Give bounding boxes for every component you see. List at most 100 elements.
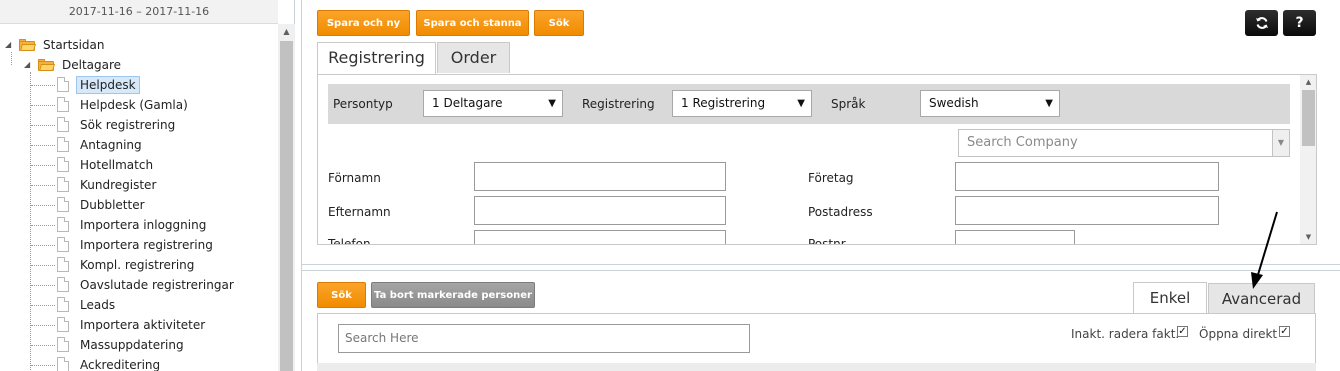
- page-icon: [57, 277, 69, 292]
- folder-open-icon: [38, 59, 55, 71]
- scroll-up-arrow-icon[interactable]: ▲: [278, 24, 295, 40]
- scroll-up-arrow-icon[interactable]: ▲: [1300, 75, 1316, 89]
- page-icon: [57, 337, 69, 352]
- tree-item-leads[interactable]: Leads: [0, 296, 278, 314]
- collapse-arrow-icon[interactable]: ◢: [24, 56, 32, 74]
- refresh-icon: [1255, 17, 1268, 29]
- registrering-value: 1 Registrering: [681, 96, 766, 110]
- collapse-arrow-icon[interactable]: ◢: [5, 36, 13, 54]
- registrering-select[interactable]: 1 Registrering ▼: [672, 90, 812, 117]
- telefon-label: Telefon: [328, 237, 371, 245]
- caret-down-icon: ▼: [1045, 98, 1053, 109]
- sprak-label: Språk: [831, 97, 866, 111]
- tree-item-kompl-registrering[interactable]: Kompl. registrering: [0, 256, 278, 274]
- tree-label[interactable]: Leads: [77, 296, 118, 314]
- tab-avancerad[interactable]: Avancerad: [1208, 283, 1315, 313]
- tree-item-ackreditering[interactable]: Ackreditering: [0, 356, 278, 371]
- tree-label[interactable]: Ackreditering: [77, 356, 163, 371]
- tree-label[interactable]: Antagning: [77, 136, 145, 154]
- tree-item-antagning[interactable]: Antagning: [0, 136, 278, 154]
- tree-label[interactable]: Dubbletter: [77, 196, 148, 214]
- tree-item-oavslutade-registreringar[interactable]: Oavslutade registreringar: [0, 276, 278, 294]
- postadress-label: Postadress: [808, 205, 873, 219]
- page-icon: [57, 237, 69, 252]
- tree-label[interactable]: Helpdesk: [76, 76, 140, 94]
- tree-label[interactable]: Kundregister: [77, 176, 159, 194]
- tree-label[interactable]: Kompl. registrering: [77, 256, 197, 274]
- tree-item-massuppdatering[interactable]: Massuppdatering: [0, 336, 278, 354]
- page-icon: [57, 197, 69, 212]
- persontyp-select[interactable]: 1 Deltagare ▼: [423, 90, 563, 117]
- date-range: 2017-11-16 – 2017-11-16: [0, 0, 278, 24]
- filter-bar: Persontyp 1 Deltagare ▼ Registrering 1 R…: [328, 84, 1290, 124]
- results-header-bar: [317, 363, 1316, 371]
- scrollbar-thumb[interactable]: [280, 41, 293, 371]
- tree-label[interactable]: Importera aktiviteter: [77, 316, 208, 334]
- tree-node-deltagare[interactable]: ◢ Deltagare: [0, 56, 278, 74]
- persontyp-label: Persontyp: [333, 97, 393, 111]
- help-button[interactable]: ?: [1283, 10, 1316, 36]
- tree-label[interactable]: Startsidan: [40, 36, 107, 54]
- scrollbar-thumb[interactable]: [1302, 90, 1315, 146]
- refresh-button[interactable]: [1245, 10, 1278, 36]
- tab-order[interactable]: Order: [437, 42, 510, 73]
- postadress-input[interactable]: [955, 196, 1219, 225]
- company-search-combobox[interactable]: Search Company ▼: [958, 129, 1290, 157]
- page-icon: [57, 317, 69, 332]
- tree-label[interactable]: Oavslutade registreringar: [77, 276, 237, 294]
- inakt-radera-checkbox[interactable]: ✓: [1177, 326, 1188, 337]
- person-search-box: Search Here Inakt. radera fakt. ✓ Öppna …: [317, 313, 1316, 363]
- search-here-input[interactable]: Search Here: [338, 324, 750, 353]
- tree-label[interactable]: Importera inloggning: [77, 216, 209, 234]
- tree-item-hotellmatch[interactable]: Hotellmatch: [0, 156, 278, 174]
- search-button[interactable]: Sök: [534, 10, 584, 36]
- tree-label[interactable]: Massuppdatering: [77, 336, 187, 354]
- save-and-stay-button[interactable]: Spara och stanna: [416, 10, 529, 36]
- telefon-input[interactable]: [474, 230, 726, 244]
- tree-label[interactable]: Deltagare: [59, 56, 124, 74]
- tree-label[interactable]: Helpdesk (Gamla): [77, 96, 191, 114]
- panel-splitter[interactable]: [302, 264, 1340, 271]
- tree-item-importera-registrering[interactable]: Importera registrering: [0, 236, 278, 254]
- tree-item-importera-aktiviteter[interactable]: Importera aktiviteter: [0, 316, 278, 334]
- foretag-input[interactable]: [955, 162, 1219, 191]
- page-icon: [57, 117, 69, 132]
- postnr-input[interactable]: [955, 230, 1075, 244]
- tree-label[interactable]: Hotellmatch: [77, 156, 156, 174]
- efternamn-input[interactable]: [474, 196, 726, 225]
- sprak-select[interactable]: Swedish ▼: [920, 90, 1060, 117]
- caret-down-icon: ▼: [797, 98, 805, 109]
- caret-down-icon: ▼: [548, 98, 556, 109]
- oppna-direkt-checkbox[interactable]: ✓: [1279, 326, 1290, 337]
- tree-item-sok-registrering[interactable]: Sök registrering: [0, 116, 278, 134]
- page-icon: [57, 297, 69, 312]
- tab-registrering[interactable]: Registrering: [317, 42, 436, 74]
- folder-open-icon: [19, 39, 36, 51]
- tree-item-importera-inloggning[interactable]: Importera inloggning: [0, 216, 278, 234]
- fornamn-label: Förnamn: [328, 171, 381, 185]
- form-scrollbar[interactable]: ▲ ▼: [1300, 75, 1316, 244]
- save-and-new-button[interactable]: Spara och ny: [317, 10, 410, 36]
- search-here-placeholder: Search Here: [345, 331, 419, 345]
- combobox-arrow-icon[interactable]: ▼: [1272, 130, 1289, 156]
- tab-enkel[interactable]: Enkel: [1133, 282, 1207, 314]
- scroll-down-arrow-icon[interactable]: ▼: [1300, 230, 1316, 244]
- remove-selected-persons-button[interactable]: Ta bort markerade personer: [371, 282, 535, 308]
- fornamn-input[interactable]: [474, 162, 726, 191]
- tree-item-kundregister[interactable]: Kundregister: [0, 176, 278, 194]
- registrering-label: Registrering: [582, 97, 655, 111]
- sidebar-scrollbar[interactable]: ▲: [278, 24, 295, 371]
- tree-label[interactable]: Importera registrering: [77, 236, 216, 254]
- page-icon: [57, 357, 69, 371]
- tree-item-helpdesk[interactable]: Helpdesk: [0, 76, 278, 94]
- page-icon: [57, 217, 69, 232]
- tree-item-dubbletter[interactable]: Dubbletter: [0, 196, 278, 214]
- tree-item-helpdesk-gamla[interactable]: Helpdesk (Gamla): [0, 96, 278, 114]
- persontyp-value: 1 Deltagare: [432, 96, 503, 110]
- company-search-placeholder: Search Company: [967, 135, 1078, 150]
- registration-form: Persontyp 1 Deltagare ▼ Registrering 1 R…: [317, 74, 1317, 245]
- tree-label[interactable]: Sök registrering: [77, 116, 178, 134]
- search-persons-button[interactable]: Sök: [317, 282, 366, 308]
- tree-node-startsidan[interactable]: ◢ Startsidan: [0, 36, 278, 54]
- efternamn-label: Efternamn: [328, 205, 391, 219]
